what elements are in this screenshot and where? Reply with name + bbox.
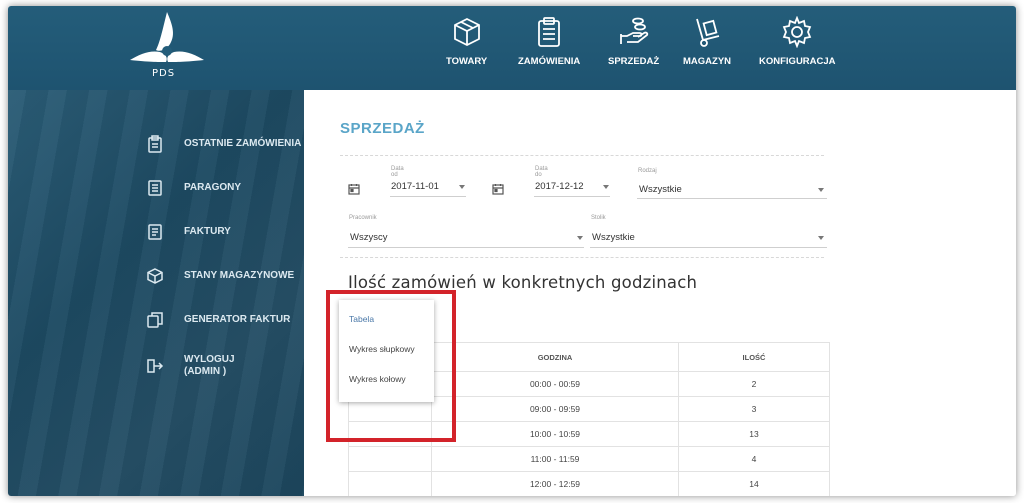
table-cell-empty (348, 446, 432, 472)
gear-icon (783, 16, 812, 48)
logo-icon (130, 12, 204, 62)
sidebar-item-label: STANY MAGAZYNOWE (184, 270, 295, 281)
table-cell-count: 13 (678, 421, 830, 447)
page-title: SPRZEDAŻ (340, 120, 425, 137)
kind-label: Rodzaj (638, 168, 657, 174)
date-from-value[interactable]: 2017-11-01 (391, 181, 439, 192)
nav-konfiguracja[interactable]: KONFIGURACJA (759, 16, 836, 80)
sidebar-item-label: GENERATOR FAKTUR (184, 314, 291, 325)
sidebar-item-stany-magazynowe[interactable]: STANY MAGAZYNOWE (146, 267, 294, 285)
nav-label: ZAMÓWIENIA (518, 56, 581, 67)
sidebar-item-paragony[interactable]: PARAGONY (146, 179, 241, 197)
kind-value[interactable]: Wszystkie (639, 184, 682, 195)
dropdown-caret-icon (577, 236, 583, 240)
sidebar-item-label: FAKTURY (184, 226, 231, 237)
nav-sprzedaz[interactable]: SPRZEDAŻ (608, 16, 659, 80)
table-cell-hour: 12:00 - 12:59 (431, 471, 679, 496)
sidebar-item-wyloguj[interactable]: WYLOGUJ (ADMIN ) (146, 354, 235, 378)
date-to-value[interactable]: 2017-12-12 (535, 181, 584, 192)
calendar-icon[interactable] (492, 183, 504, 195)
dropdown-caret-icon (818, 188, 824, 192)
table-cell-count: 4 (678, 446, 830, 472)
dropdown-caret-icon (818, 236, 824, 240)
menu-item-wykres-kolowy[interactable]: Wykres kołowy (349, 374, 406, 384)
table-row: 12:00 - 12:59 14 (348, 471, 830, 496)
table-row: 10:00 - 10:59 13 (348, 421, 830, 447)
hand-coins-icon (619, 17, 648, 44)
receipt-icon (148, 180, 162, 196)
table-cell-count: 3 (678, 396, 830, 422)
table-header-hour: GODZINA (431, 342, 679, 372)
divider (340, 257, 824, 258)
sidebar-item-ostatnie-zamowienia[interactable]: OSTATNIE ZAMÓWIENIA (146, 135, 301, 153)
field-underline (590, 247, 827, 248)
table-select-label: Stolik (591, 215, 606, 221)
hand-truck-icon (696, 18, 720, 47)
date-from-label: Data od (391, 166, 404, 178)
table-header-count: ILOŚĆ (678, 342, 830, 372)
sidebar-item-generator-faktur[interactable]: GENERATOR FAKTUR (146, 311, 290, 329)
cube-icon (147, 268, 163, 284)
employee-label: Pracownik (349, 215, 377, 221)
logout-label: WYLOGUJ (184, 354, 235, 365)
nav-label: SPRZEDAŻ (608, 56, 660, 67)
dropdown-caret-icon (459, 185, 465, 189)
main-content: SPRZEDAŻ Data od 2017-11-01 Data do 2017… (304, 90, 1016, 496)
view-type-menu: Tabela Wykres słupkowy Wykres kołowy (339, 300, 434, 402)
table-cell-empty (348, 421, 432, 447)
logout-icon (147, 359, 164, 373)
sidebar-item-label: WYLOGUJ (ADMIN ) (184, 354, 235, 378)
table-cell-count: 2 (678, 371, 830, 397)
nav-zamowienia[interactable]: ZAMÓWIENIA (518, 16, 580, 80)
nav-label: MAGAZYN (683, 56, 732, 67)
nav-magazyn[interactable]: MAGAZYN (683, 16, 731, 80)
field-underline (390, 196, 466, 197)
employee-value[interactable]: Wszyscy (350, 232, 387, 243)
table-select-value[interactable]: Wszystkie (592, 232, 635, 243)
pds-logo[interactable]: PDS (126, 10, 208, 84)
nav-label: TOWARY (446, 56, 488, 67)
table-cell-hour: 00:00 - 00:59 (431, 371, 679, 397)
box-icon (453, 17, 480, 47)
table-cell-empty (348, 471, 432, 496)
field-underline (534, 196, 610, 197)
menu-item-tabela[interactable]: Tabela (349, 314, 374, 324)
sidebar-item-label: OSTATNIE ZAMÓWIENIA (184, 138, 302, 149)
table-cell-hour: 09:00 - 09:59 (431, 396, 679, 422)
nav-towary[interactable]: TOWARY (446, 16, 487, 80)
top-navigation-bar: PDS TOWARY ZAMÓWIENIA SPRZEDAŻ MAGAZYN K… (8, 6, 1016, 90)
dropdown-caret-icon (603, 185, 609, 189)
menu-item-wykres-slupkowy[interactable]: Wykres słupkowy (349, 344, 415, 354)
date-to-label: Data do (535, 166, 548, 178)
clipboard-icon (148, 135, 162, 153)
section-title: Ilość zamówień w konkretnych godzinach (348, 273, 698, 292)
sidebar-item-label: PARAGONY (184, 182, 242, 193)
invoice-icon (148, 224, 162, 240)
app-window: PDS TOWARY ZAMÓWIENIA SPRZEDAŻ MAGAZYN K… (8, 6, 1016, 496)
divider (340, 155, 824, 156)
field-underline (348, 247, 584, 248)
table-cell-count: 14 (678, 471, 830, 496)
nav-label: KONFIGURACJA (759, 56, 836, 67)
logout-user: (ADMIN ) (184, 366, 227, 377)
table-cell-hour: 11:00 - 11:59 (431, 446, 679, 472)
sidebar: OSTATNIE ZAMÓWIENIA PARAGONY FAKTURY STA… (8, 90, 304, 496)
copy-icon (147, 312, 163, 328)
clipboard-list-icon (538, 17, 561, 47)
table-cell-hour: 10:00 - 10:59 (431, 421, 679, 447)
field-underline (637, 198, 827, 199)
calendar-icon[interactable] (348, 183, 360, 195)
sidebar-item-faktury[interactable]: FAKTURY (146, 223, 231, 241)
table-row: 11:00 - 11:59 4 (348, 446, 830, 472)
logo-text: PDS (152, 68, 176, 79)
